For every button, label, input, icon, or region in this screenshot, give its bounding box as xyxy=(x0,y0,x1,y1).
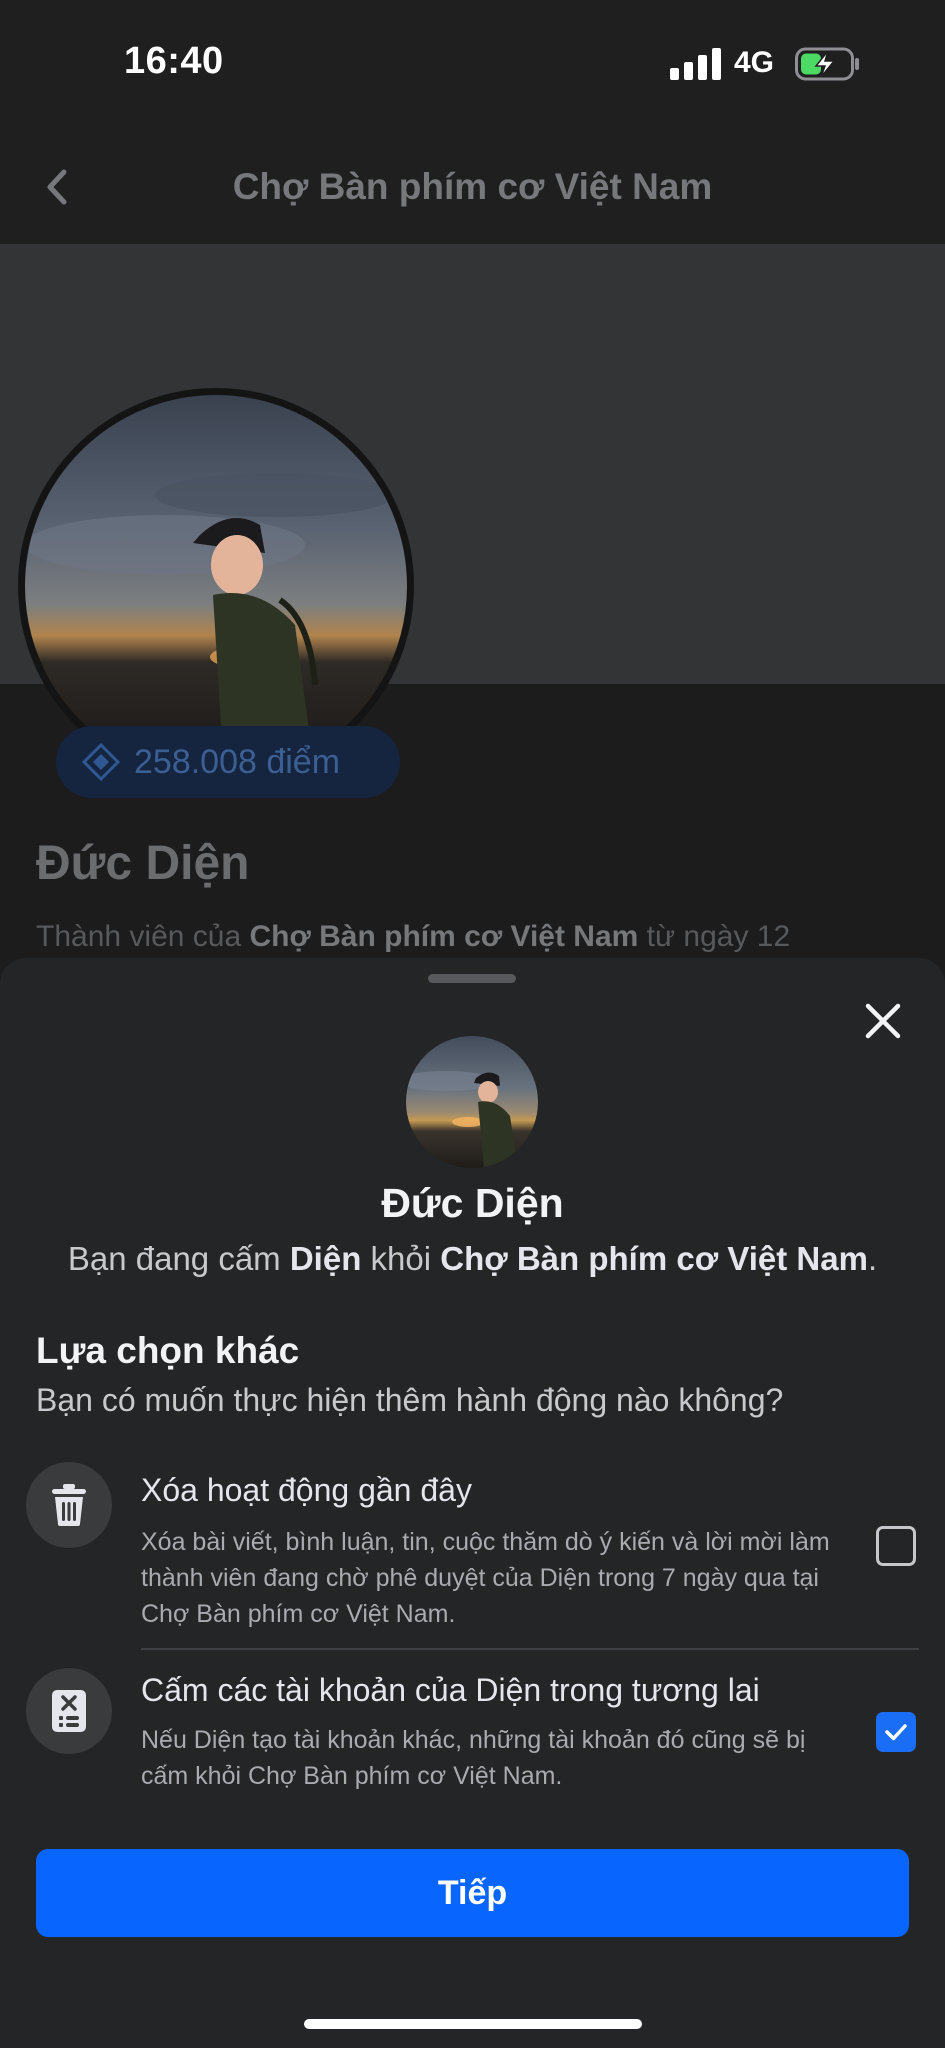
ban-prefix: Bạn đang cấm xyxy=(67,1240,290,1277)
group-title: Chợ Bàn phím cơ Việt Nam xyxy=(232,166,713,207)
banned-user-name: Đức Diện xyxy=(381,1180,564,1226)
delete-activity-checkbox[interactable] xyxy=(876,1526,916,1566)
option-icon-wrap xyxy=(26,1668,112,1754)
points-badge: 258.008 điểm xyxy=(56,726,400,798)
ban-account-icon xyxy=(52,1690,86,1732)
member-group: Chợ Bàn phím cơ Việt Nam xyxy=(249,920,639,953)
close-icon[interactable] xyxy=(860,998,906,1044)
user-avatar xyxy=(406,1036,538,1168)
profile-avatar xyxy=(18,388,414,784)
network-type: 4G xyxy=(734,46,775,79)
option-description: Xóa bài viết, bình luận, tin, cuộc thăm … xyxy=(141,1528,830,1628)
signal-icon xyxy=(670,48,721,80)
ban-end: . xyxy=(867,1240,878,1277)
option-divider xyxy=(141,1648,919,1650)
member-since: Thành viên của Chợ Bàn phím cơ Việt Nam … xyxy=(36,920,790,954)
status-bar: 16:40 4G xyxy=(0,0,945,130)
ban-middle: khỏi xyxy=(361,1240,441,1277)
options-question: Bạn có muốn thực hiện thêm hành động nào… xyxy=(36,1382,784,1418)
sheet-grabber[interactable] xyxy=(428,974,516,983)
trash-icon xyxy=(52,1484,86,1526)
points-text: 258.008 điểm xyxy=(134,742,341,781)
member-prefix: Thành viên của xyxy=(36,920,250,953)
nav-bar: Chợ Bàn phím cơ Việt Nam xyxy=(0,130,945,244)
member-suffix: từ ngày 12 xyxy=(638,920,791,953)
home-indicator[interactable] xyxy=(304,2019,642,2029)
ban-description: Bạn đang cấm Diện khỏi Chợ Bàn phím cơ V… xyxy=(0,1240,945,1278)
checkmark-icon xyxy=(885,1724,907,1741)
option-title: Xóa hoạt động gần đây xyxy=(141,1472,472,1508)
ban-user: Diện xyxy=(289,1240,362,1277)
avatar-illustration-small xyxy=(406,1071,518,1168)
options-heading: Lựa chọn khác xyxy=(36,1330,300,1371)
option-title: Cấm các tài khoản của Diện trong tương l… xyxy=(141,1672,760,1708)
option-icon-wrap xyxy=(26,1462,112,1548)
profile-name: Đức Diện xyxy=(36,837,250,890)
option-description: Nếu Diện tạo tài khoản khác, những tài k… xyxy=(141,1726,806,1790)
status-time: 16:40 xyxy=(124,40,224,82)
option-ban-future-accounts[interactable]: Cấm các tài khoản của Diện trong tương l… xyxy=(0,1666,945,1802)
ban-future-accounts-checkbox[interactable] xyxy=(876,1712,916,1752)
ban-group: Chợ Bàn phím cơ Việt Nam xyxy=(440,1240,868,1277)
diamond-badge-icon xyxy=(82,743,120,781)
battery-charging-icon xyxy=(795,47,859,81)
option-delete-recent-activity[interactable]: Xóa hoạt động gần đây Xóa bài viết, bình… xyxy=(0,1460,945,1630)
next-button[interactable]: Tiếp xyxy=(36,1849,909,1937)
